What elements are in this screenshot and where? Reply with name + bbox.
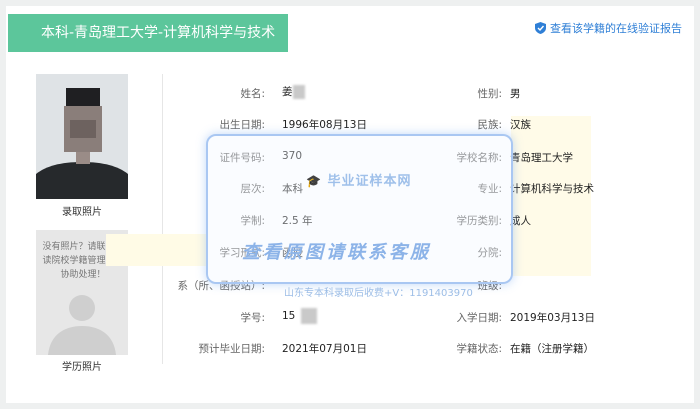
record-title: 本科-青岛理工大学-计算机科学与技术 [8,14,288,52]
gender-label: 性别: [477,88,502,100]
name-label: 姓名: [240,88,265,100]
watermark-logo: 🎓 毕业证样本网 [306,170,412,189]
admission-photo [36,74,128,199]
ethnicity-value: 汉族 [510,119,531,131]
watermark-logo-text: 毕业证样本网 [327,174,412,189]
enroll-date-label: 入学日期: [456,312,502,324]
graduation-date-value: 2021年07月01日 [282,343,367,355]
gender-value: 男 [510,88,521,100]
student-number-label: 学号: [240,312,265,324]
education-type-value: 成人 [510,215,531,227]
watermark-contact-text: 查看原图请联系客服 [242,242,431,263]
ethnicity-label: 民族: [477,119,502,131]
student-number-value: 15 [282,308,318,324]
birth-date-label: 出生日期: [219,119,265,131]
graduation-date-label: 预计毕业日期: [198,343,265,355]
shield-check-icon [535,22,546,34]
status-value: 在籍（注册学籍） [510,343,594,355]
highlight-band [511,116,591,276]
name-value: 姜 [282,84,305,99]
redaction-block [301,308,318,324]
record-card: 本科-青岛理工大学-计算机科学与技术 查看该学籍的在线验证报告 录取照片 没有照… [6,6,694,403]
graduation-cap-icon: 🎓 [306,174,322,188]
verify-report-link[interactable]: 查看该学籍的在线验证报告 [535,20,682,36]
admission-photo-caption: 录取照片 [62,207,102,218]
major-value: 计算机科学与技术 [510,183,594,195]
school-value: 青岛理工大学 [510,152,573,164]
watermark-small-text: 山东专本科录取后收费+V：1191403970 [284,288,473,299]
birth-date-value: 1996年08月13日 [282,119,367,131]
redaction-block [292,85,305,99]
divider [162,74,163,364]
enroll-date-value: 2019年03月13日 [510,312,595,324]
verify-link-text[interactable]: 查看该学籍的在线验证报告 [550,20,682,36]
person-silhouette-icon [48,295,116,355]
status-label: 学籍状态: [456,343,502,355]
education-photo-caption: 学历照片 [62,362,102,373]
